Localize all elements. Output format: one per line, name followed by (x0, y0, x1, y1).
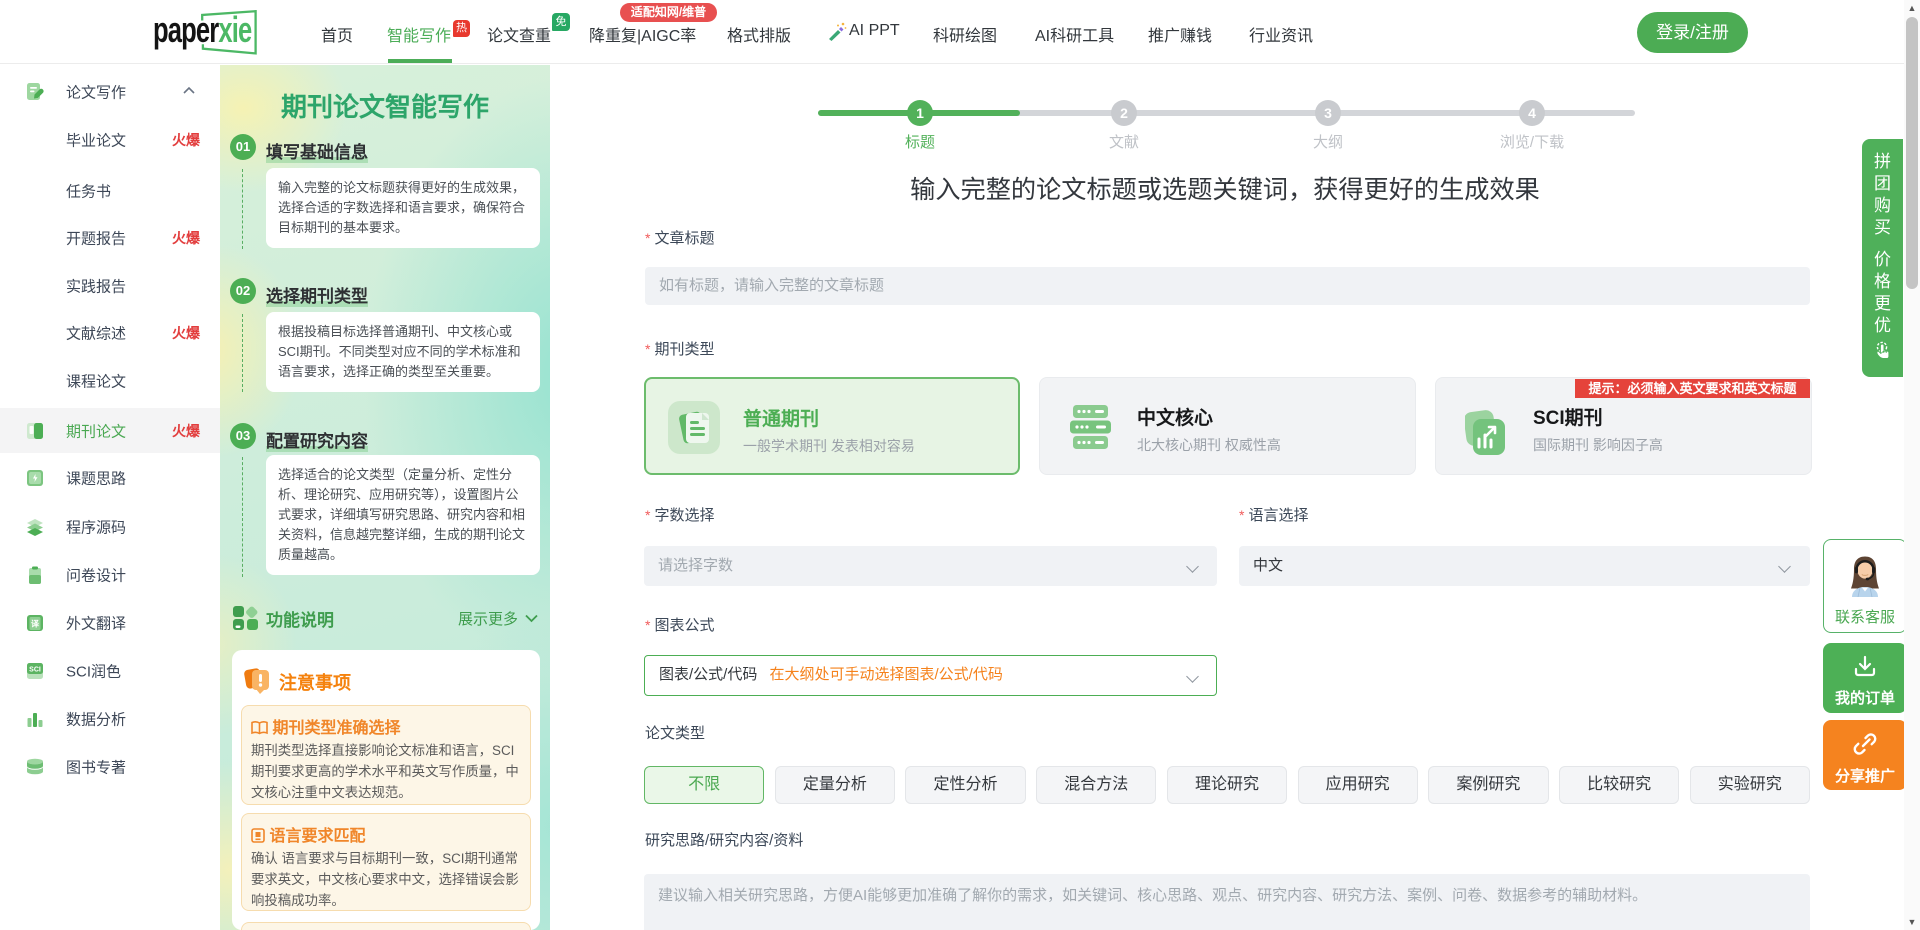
svg-text:译: 译 (31, 619, 40, 629)
svg-text:SCI: SCI (29, 667, 41, 674)
